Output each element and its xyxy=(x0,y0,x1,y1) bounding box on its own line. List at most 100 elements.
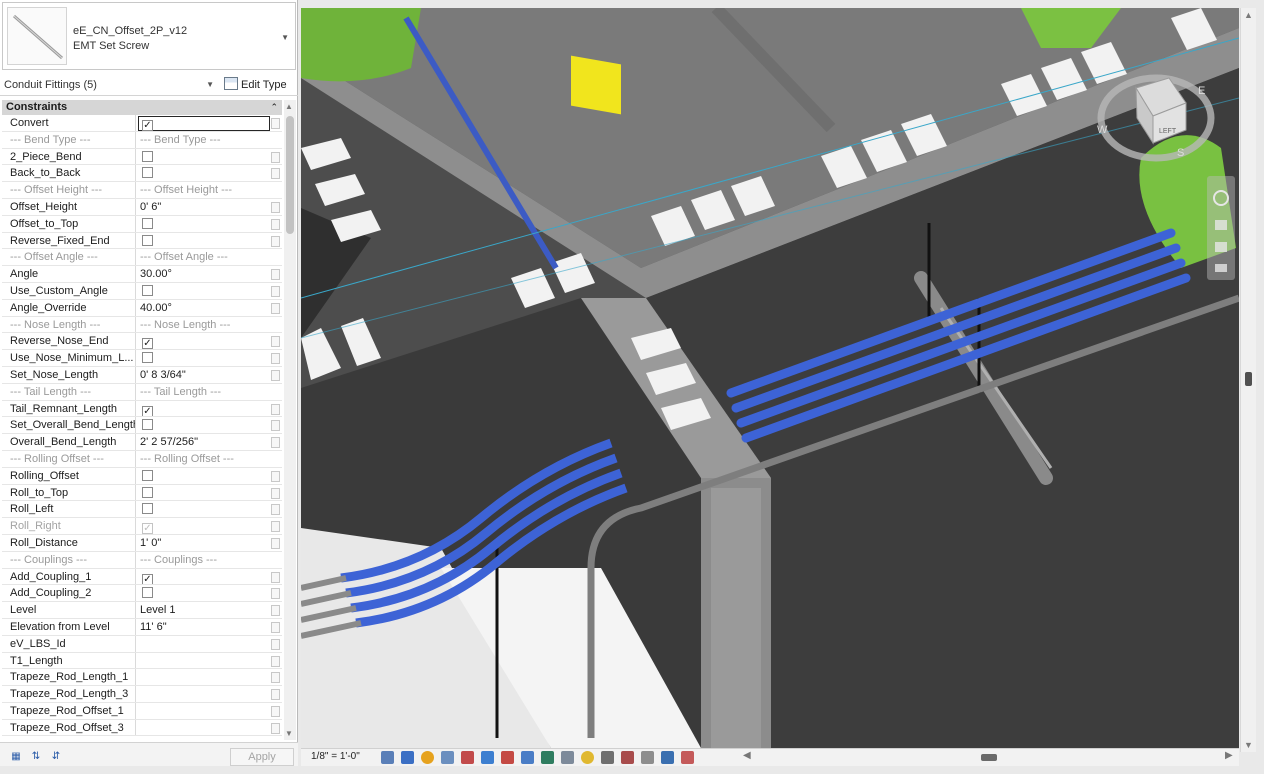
crop-region-icon[interactable] xyxy=(681,751,694,764)
property-value[interactable]: 0' 6" xyxy=(136,199,270,215)
property-value[interactable]: Level 1 xyxy=(136,602,270,618)
associate-parameter-button[interactable] xyxy=(271,302,280,314)
associate-parameter-button[interactable] xyxy=(271,504,280,516)
checkbox[interactable] xyxy=(142,469,153,481)
property-value[interactable] xyxy=(136,165,270,181)
associate-parameter-button[interactable] xyxy=(271,487,280,499)
property-value[interactable] xyxy=(136,233,270,249)
property-row[interactable]: Tail_Remnant_Length ✓ xyxy=(2,400,282,418)
property-row[interactable]: Elevation from Level 11' 6" xyxy=(2,618,282,636)
property-value[interactable]: ✓ xyxy=(136,518,270,534)
associate-parameter-button[interactable] xyxy=(271,218,280,230)
property-row[interactable]: Add_Coupling_2 xyxy=(2,585,282,603)
analytical-model-icon[interactable] xyxy=(581,751,594,764)
collapse-icon[interactable]: ⌃ xyxy=(270,100,278,115)
property-value[interactable]: 40.00° xyxy=(136,300,270,316)
associate-parameter-button[interactable] xyxy=(271,655,280,667)
temp-view-properties-icon[interactable] xyxy=(641,751,654,764)
scroll-down-icon[interactable]: ▼ xyxy=(285,729,293,738)
property-row[interactable]: Reverse_Fixed_End xyxy=(2,232,282,250)
associate-parameter-button[interactable] xyxy=(271,705,280,717)
checkbox[interactable] xyxy=(142,234,153,246)
checkbox[interactable] xyxy=(142,503,153,515)
checkbox[interactable] xyxy=(142,486,153,498)
property-row[interactable]: Use_Custom_Angle xyxy=(2,282,282,300)
type-selector[interactable]: eE_CN_Offset_2P_v12 EMT Set Screw ▼ xyxy=(2,2,296,70)
associate-parameter-button[interactable] xyxy=(271,235,280,247)
sun-path-icon[interactable] xyxy=(421,751,434,764)
property-row[interactable]: Roll_to_Top xyxy=(2,484,282,502)
property-row[interactable]: Trapeze_Rod_Length_3 xyxy=(2,686,282,703)
checkbox[interactable] xyxy=(142,587,153,599)
reveal-constraints-icon[interactable] xyxy=(621,751,634,764)
property-value[interactable] xyxy=(136,585,270,601)
property-row[interactable]: Set_Nose_Length 0' 8 3/64" xyxy=(2,366,282,384)
property-value[interactable] xyxy=(136,501,270,517)
property-row[interactable]: Trapeze_Rod_Offset_1 xyxy=(2,702,282,720)
associate-parameter-button[interactable] xyxy=(271,118,280,129)
property-row[interactable]: T1_Length xyxy=(2,652,282,670)
horizontal-scroll-thumb[interactable] xyxy=(981,754,997,761)
3d-model-canvas[interactable]: LEFT W S E xyxy=(301,8,1239,748)
property-value[interactable] xyxy=(136,653,270,669)
property-value[interactable]: ✓ xyxy=(136,401,270,417)
associate-parameter-button[interactable] xyxy=(271,168,280,180)
checkbox[interactable]: ✓ xyxy=(142,405,153,417)
property-value[interactable] xyxy=(136,283,270,299)
alpha-sort-asc-icon[interactable]: ⇅ xyxy=(28,749,44,765)
property-row[interactable]: Reverse_Nose_End ✓ xyxy=(2,333,282,351)
property-value[interactable] xyxy=(136,149,270,165)
property-row[interactable]: Roll_Distance 1' 0" xyxy=(2,534,282,552)
detail-level-icon[interactable] xyxy=(381,751,394,764)
shadows-icon[interactable] xyxy=(441,751,454,764)
scroll-up-icon[interactable]: ▲ xyxy=(285,102,293,111)
property-value[interactable] xyxy=(136,686,270,702)
property-value[interactable] xyxy=(136,485,270,501)
scroll-up-icon[interactable]: ▲ xyxy=(1244,10,1253,20)
associate-parameter-button[interactable] xyxy=(271,689,280,701)
associate-parameter-button[interactable] xyxy=(271,336,280,348)
hide-analytical-icon[interactable] xyxy=(661,751,674,764)
property-value[interactable]: 2' 2 57/256" xyxy=(136,434,270,450)
scroll-thumb[interactable] xyxy=(1245,372,1252,386)
edit-type-button[interactable]: Edit Type xyxy=(224,76,287,94)
property-value[interactable] xyxy=(136,216,270,232)
visual-style-icon[interactable] xyxy=(401,751,414,764)
checkbox[interactable] xyxy=(142,284,153,296)
property-row[interactable]: Trapeze_Rod_Length_1 xyxy=(2,669,282,687)
properties-scrollbar[interactable]: ▲ ▼ xyxy=(284,100,296,740)
property-value[interactable] xyxy=(136,636,270,652)
alpha-sort-desc-icon[interactable]: ⇵ xyxy=(48,749,64,765)
chevron-down-icon[interactable]: ▼ xyxy=(281,33,289,42)
associate-parameter-button[interactable] xyxy=(271,353,280,365)
worksharing-icon[interactable] xyxy=(561,751,574,764)
property-row[interactable]: Convert ✓ xyxy=(2,115,282,132)
property-value[interactable]: 1' 0" xyxy=(136,535,270,551)
property-value[interactable] xyxy=(136,669,270,685)
scroll-down-icon[interactable]: ▼ xyxy=(1244,740,1253,750)
associate-parameter-button[interactable] xyxy=(271,722,280,734)
scroll-right-icon[interactable]: ▶ xyxy=(1225,750,1233,761)
property-value[interactable]: 30.00° xyxy=(136,266,270,282)
property-row[interactable]: Level Level 1 xyxy=(2,602,282,619)
associate-parameter-button[interactable] xyxy=(271,638,280,650)
property-row[interactable]: Offset_to_Top xyxy=(2,215,282,233)
property-value[interactable]: ✓ xyxy=(136,569,270,585)
categorized-sort-icon[interactable]: ▦ xyxy=(8,749,24,765)
property-row[interactable]: 2_Piece_Bend xyxy=(2,148,282,166)
reveal-hidden-icon[interactable] xyxy=(541,751,554,764)
property-row[interactable]: Set_Overall_Bend_Length xyxy=(2,417,282,435)
property-value[interactable] xyxy=(136,468,270,484)
property-row[interactable]: Use_Nose_Minimum_L... xyxy=(2,350,282,367)
associate-parameter-button[interactable] xyxy=(271,285,280,297)
checkbox[interactable] xyxy=(142,419,153,431)
checkbox[interactable] xyxy=(142,167,153,179)
property-row[interactable]: Add_Coupling_1 ✓ xyxy=(2,568,282,586)
checkbox[interactable]: ✓ xyxy=(142,338,153,350)
associate-parameter-button[interactable] xyxy=(271,672,280,684)
associate-parameter-button[interactable] xyxy=(271,571,280,583)
checkbox[interactable] xyxy=(142,352,153,364)
temporary-hide-icon[interactable] xyxy=(521,751,534,764)
associate-parameter-button[interactable] xyxy=(271,621,280,633)
show-crop-icon[interactable] xyxy=(481,751,494,764)
